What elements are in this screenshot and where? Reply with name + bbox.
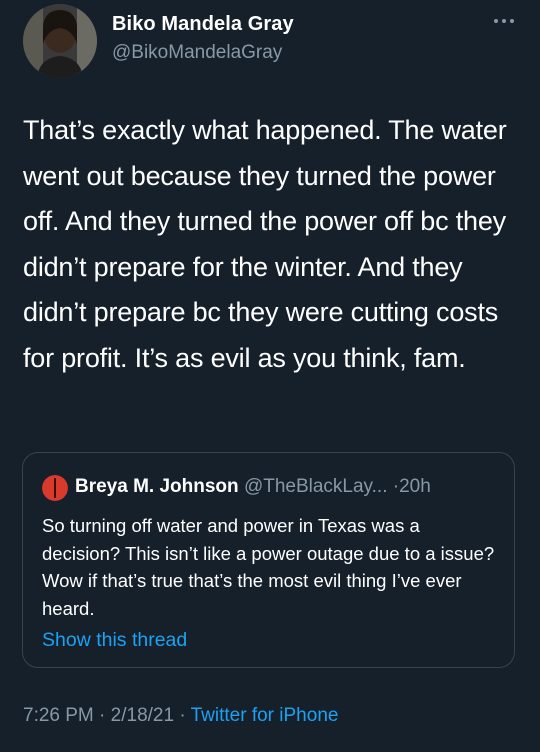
show-thread-link[interactable]: Show this thread bbox=[42, 629, 187, 652]
tweet-date: 2/18/21 bbox=[110, 705, 175, 726]
author-handle[interactable]: @BikoMandelaGray bbox=[112, 42, 282, 64]
quoted-author-avatar bbox=[42, 475, 68, 501]
author-name[interactable]: Biko Mandela Gray bbox=[112, 13, 294, 36]
tweet-source-link[interactable]: Twitter for iPhone bbox=[191, 705, 339, 726]
quoted-author-handle: @TheBlackLay... bbox=[243, 476, 388, 497]
tweet-time: 7:26 PM bbox=[23, 705, 94, 726]
quoted-tweet-header: Breya M. Johnson @TheBlackLay... ·20h bbox=[75, 475, 431, 499]
tweet-meta: 7:26 PM · 2/18/21 · Twitter for iPhone bbox=[23, 705, 338, 727]
meta-separator: · bbox=[179, 705, 186, 726]
quoted-tweet-text: So turning off water and power in Texas … bbox=[42, 515, 495, 619]
meta-separator: · bbox=[99, 705, 106, 726]
quoted-tweet-card[interactable]: Breya M. Johnson @TheBlackLay... ·20h So… bbox=[22, 452, 515, 668]
quoted-author-name: Breya M. Johnson bbox=[75, 476, 239, 497]
tweet-text: That’s exactly what happened. The water … bbox=[23, 115, 507, 373]
quoted-timestamp: 20h bbox=[399, 476, 431, 497]
more-horizontal-icon[interactable] bbox=[492, 12, 516, 30]
author-avatar[interactable] bbox=[23, 4, 97, 78]
